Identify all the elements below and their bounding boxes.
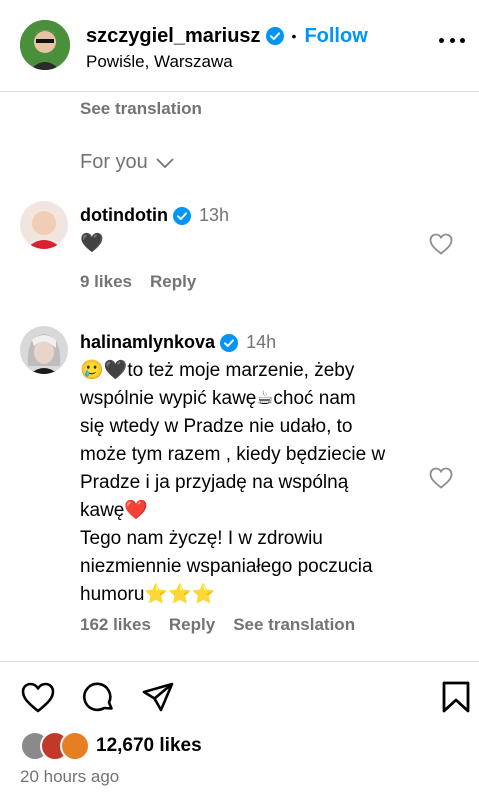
post-action-bar <box>0 680 479 720</box>
bookmark-icon[interactable] <box>441 680 477 716</box>
comment-line: Pradze i ja przyjadę na wspólną <box>80 472 349 493</box>
follow-button[interactable]: Follow <box>304 25 367 48</box>
username[interactable]: szczygiel_mariusz <box>86 25 261 48</box>
heart-icon[interactable] <box>20 680 56 716</box>
see-translation-link[interactable]: See translation <box>233 615 355 635</box>
see-translation-link[interactable]: See translation <box>80 99 202 119</box>
comment-line: się wtedy w Pradze nie udało, to <box>80 416 353 437</box>
comment-time: 13h <box>198 205 230 225</box>
comment-line: wspólnie wypić kawę☕choć nam <box>80 388 356 409</box>
more-options-icon[interactable] <box>439 38 465 46</box>
likes-row[interactable]: 12,670 likes <box>20 731 202 761</box>
comment-username[interactable]: halinamlynkova <box>80 332 215 353</box>
reply-button[interactable]: Reply <box>150 272 196 292</box>
comment-header: dotindotin 13h <box>80 205 229 226</box>
reply-button[interactable]: Reply <box>169 615 215 635</box>
for-you-filter[interactable]: For you <box>80 151 174 174</box>
verified-badge-icon <box>220 333 239 352</box>
comment-username[interactable]: dotindotin <box>80 205 168 226</box>
avatar[interactable] <box>20 201 68 249</box>
comment-icon[interactable] <box>80 680 116 716</box>
comment-meta: 9 likes Reply <box>80 272 196 292</box>
avatar <box>60 731 90 761</box>
comment-time: 14h <box>246 332 277 352</box>
heart-icon[interactable] <box>429 233 453 255</box>
comment-line: kawę❤️ <box>80 500 149 521</box>
comment-text: 🥲🖤to też moje marzenie, żeby wspólnie wy… <box>80 357 420 609</box>
verified-badge-icon <box>172 206 191 225</box>
comment-line: 🥲🖤to też moje marzenie, żeby <box>80 360 355 381</box>
separator-dot: • <box>291 28 297 44</box>
comment-line: może tym razem , kiedy będziecie w <box>80 444 386 465</box>
comment-likes[interactable]: 162 likes <box>80 615 151 635</box>
avatar[interactable] <box>20 20 70 70</box>
comment-line: humoru⭐⭐⭐ <box>80 584 216 605</box>
comment-meta: 162 likes Reply See translation <box>80 615 355 635</box>
comment-header: halinamlynkova 14h <box>80 332 276 353</box>
for-you-label: For you <box>80 151 148 173</box>
location-link[interactable]: Powiśle, Warszawa <box>86 52 233 72</box>
comment-line: Tego nam życzę! I w zdrowiu <box>80 528 323 549</box>
heart-icon[interactable] <box>429 467 453 489</box>
avatar[interactable] <box>20 326 68 374</box>
post-header: szczygiel_mariusz • Follow Powiśle, Wars… <box>0 0 479 92</box>
comment-text: 🖤 <box>80 233 104 254</box>
header-name-row: szczygiel_mariusz • Follow <box>86 22 368 50</box>
likes-count[interactable]: 12,670 likes <box>96 735 202 757</box>
post-timestamp: 20 hours ago <box>20 767 120 786</box>
verified-badge-icon <box>265 27 284 45</box>
comment-line: niezmiennie wspaniałego poczucia <box>80 556 373 577</box>
comment-likes[interactable]: 9 likes <box>80 272 132 292</box>
divider <box>0 661 479 662</box>
share-icon[interactable] <box>140 680 176 716</box>
chevron-down-icon <box>156 157 174 168</box>
